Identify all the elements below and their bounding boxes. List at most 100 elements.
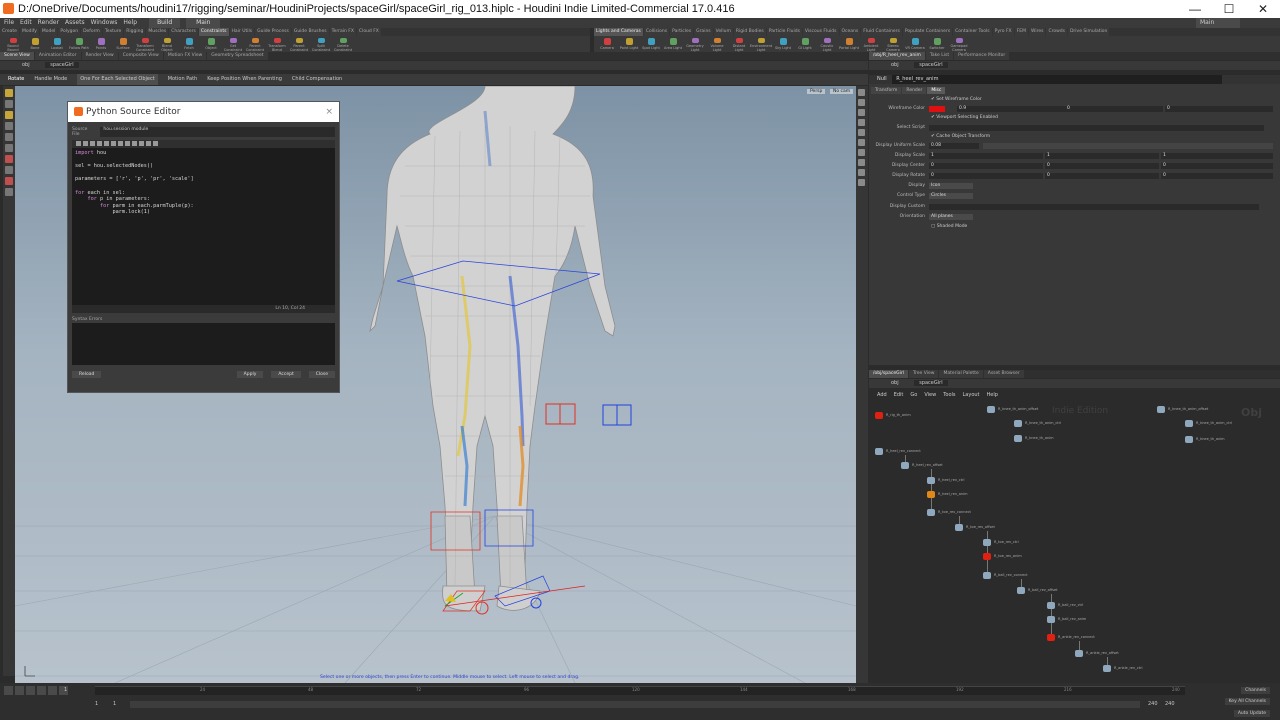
shelf-tool[interactable]: Parent Constraint	[289, 36, 309, 52]
wire-color-swatch[interactable]	[929, 106, 945, 112]
network-node[interactable]	[983, 539, 991, 546]
shelf-tab[interactable]: Guide Brushes	[291, 28, 329, 36]
shelf-tool[interactable]: Point Light	[619, 36, 639, 52]
shelf-tab[interactable]: Viscous Fluids	[802, 28, 839, 36]
shelf-tab[interactable]: Vellum	[713, 28, 733, 36]
shelf-tab[interactable]: Create	[0, 28, 19, 36]
param-tab-transform[interactable]: Transform	[871, 87, 902, 94]
network-node[interactable]	[983, 572, 991, 579]
net-menu-layout[interactable]: Layout	[963, 392, 980, 398]
network-node[interactable]	[1047, 616, 1055, 623]
param-tab-misc[interactable]: Misc	[927, 87, 946, 94]
shelf-tool[interactable]: Bound Bound	[3, 36, 23, 52]
uniform-scale-slider[interactable]	[983, 143, 1273, 149]
frame-range-bar[interactable]	[130, 701, 1140, 708]
shelf-tool[interactable]: Bone	[25, 36, 45, 52]
network-node[interactable]	[1047, 634, 1055, 641]
paste-icon[interactable]	[104, 141, 109, 146]
shelf-tab[interactable]: Oceans	[839, 28, 861, 36]
maximize-button[interactable]: ☐	[1212, 0, 1246, 18]
shelf-tool[interactable]: Points	[91, 36, 111, 52]
shelf-tab[interactable]: Characters	[169, 28, 198, 36]
display-options-icon[interactable]	[858, 89, 865, 96]
shelf-tab[interactable]: Muscles	[146, 28, 169, 36]
shelf-tab[interactable]: Lights and Cameras	[594, 28, 643, 36]
shelf-tab[interactable]: Grains	[694, 28, 713, 36]
shelf-tool[interactable]: Area Light	[663, 36, 683, 52]
shelf-tool[interactable]: Get Constraint	[223, 36, 243, 52]
shelf-tab[interactable]: Polygon	[58, 28, 81, 36]
shelf-tool[interactable]: Portal Light	[839, 36, 859, 52]
lights-icon[interactable]	[858, 99, 865, 106]
display-center-x[interactable]: 0	[929, 163, 1043, 169]
shelf-tool[interactable]: Gamepad Camera	[949, 36, 969, 52]
display-custom-field[interactable]	[929, 204, 1259, 210]
shelf-tab[interactable]: FEM	[1014, 28, 1028, 36]
shelf-tab[interactable]: Terrain FX	[329, 28, 356, 36]
camera-icon[interactable]	[858, 179, 865, 186]
menu-edit[interactable]: Edit	[20, 18, 32, 28]
menu-render[interactable]: Render	[38, 18, 59, 28]
play-icon[interactable]	[37, 686, 46, 695]
shelf-tab[interactable]: Drive Simulation	[1067, 28, 1110, 36]
path-node[interactable]: spaceGirl	[45, 62, 79, 68]
key-all-channels-menu[interactable]: Key All Channels	[1224, 698, 1270, 705]
step-back-icon[interactable]	[15, 686, 24, 695]
param-path-node[interactable]: spaceGirl	[914, 62, 948, 68]
pose-tool-icon[interactable]	[5, 144, 13, 152]
menu-assets[interactable]: Assets	[65, 18, 85, 28]
undo-icon[interactable]	[76, 141, 81, 146]
param-path-obj[interactable]: obj	[891, 62, 899, 68]
first-frame-icon[interactable]	[4, 686, 13, 695]
shelf-tool[interactable]: Camera	[597, 36, 617, 52]
child-compensation-toggle[interactable]: Child Compensation	[292, 74, 342, 85]
group-tool-icon[interactable]	[5, 188, 13, 196]
desktop-name[interactable]: Main	[186, 18, 221, 28]
network-node[interactable]	[955, 524, 963, 531]
cut-icon[interactable]	[90, 141, 95, 146]
current-frame[interactable]: 1	[64, 687, 67, 693]
wireframe-icon[interactable]	[858, 119, 865, 126]
tab-geometry-spreadsheet[interactable]: Geometry Spreadsheet	[207, 52, 268, 60]
network-node[interactable]	[1185, 436, 1193, 443]
per-object-toggle[interactable]: One For Each Selected Object	[77, 74, 158, 85]
shelf-tab[interactable]: Collisions	[643, 28, 670, 36]
param-tab-render[interactable]: Render	[902, 87, 927, 94]
shelf-tab[interactable]: Pyro FX	[992, 28, 1014, 36]
network-node[interactable]	[1014, 435, 1022, 442]
shelf-tool[interactable]: Volume Light	[707, 36, 727, 52]
shaded-mode-checkbox[interactable]: ▢ Shaded Mode	[931, 223, 967, 231]
comment-icon[interactable]	[139, 141, 144, 146]
shelf-tool[interactable]: Stereo Camera	[883, 36, 903, 52]
rotate-tool-icon[interactable]	[5, 111, 13, 119]
start-frame[interactable]: 1	[95, 701, 98, 707]
shelf-tool[interactable]: Surface	[113, 36, 133, 52]
display-scale-y[interactable]: 1	[1045, 153, 1159, 159]
handle-mode-button[interactable]: Handle Mode	[34, 74, 67, 85]
camera-menu[interactable]: No cam	[830, 89, 854, 94]
orientation-select[interactable]: All planes	[929, 214, 973, 220]
shelf-tab[interactable]: Wires	[1028, 28, 1046, 36]
network-node[interactable]	[927, 477, 935, 484]
node-name-field[interactable]: R_heel_rev_anim	[892, 75, 1223, 84]
select-tool-icon[interactable]	[5, 89, 13, 97]
normals-icon[interactable]	[858, 159, 865, 166]
keep-position-toggle[interactable]: Keep Position When Parenting	[207, 74, 282, 85]
uncomment-icon[interactable]	[146, 141, 151, 146]
step-forward-icon[interactable]	[48, 686, 57, 695]
net-menu-add[interactable]: Add	[877, 392, 887, 398]
network-node[interactable]	[1157, 406, 1165, 413]
copy-icon[interactable]	[97, 141, 102, 146]
menu-windows[interactable]: Windows	[91, 18, 118, 28]
stop-icon[interactable]	[26, 686, 35, 695]
network-node[interactable]	[1017, 587, 1025, 594]
close-button[interactable]: ✕	[1246, 0, 1280, 18]
shelf-tool[interactable]: Object	[201, 36, 221, 52]
magnet-tool-icon[interactable]	[5, 177, 13, 185]
persp-menu[interactable]: Persp	[807, 89, 826, 94]
network-node[interactable]	[1103, 665, 1111, 672]
shelf-tool[interactable]: Parent Constraint	[245, 36, 265, 52]
path-obj[interactable]: obj	[22, 62, 30, 68]
shelf-tab[interactable]: Constraints	[198, 28, 229, 36]
end-frame-range[interactable]: 240	[1165, 701, 1175, 707]
